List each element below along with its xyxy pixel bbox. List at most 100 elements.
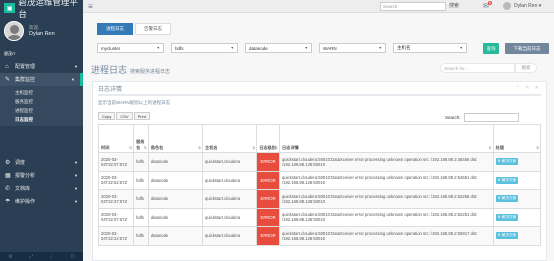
sidebar-item-label: 配置管理 bbox=[15, 64, 36, 70]
caret-down-icon: ▼ bbox=[378, 46, 382, 50]
col-header-service[interactable]: 服务名 ⇅ bbox=[133, 124, 149, 153]
sidebar-subitem-service[interactable]: 服务监控 bbox=[0, 97, 83, 106]
cell-service: hdfs bbox=[133, 152, 149, 172]
top-search-button[interactable]: 搜索 bbox=[449, 2, 459, 9]
solution-button[interactable]: ⚙ 解决方案 bbox=[495, 232, 519, 240]
sort-icon: ⇅ bbox=[143, 146, 147, 150]
table-icon: ▦ bbox=[5, 173, 11, 179]
cell-service: hdfs bbox=[133, 207, 149, 227]
cell-role: datanode bbox=[147, 152, 204, 172]
host-select[interactable]: 主机名 ▼ bbox=[393, 43, 467, 53]
log-detail-panel: 日志详情 ⌃ ✎ ✕ 显示当前WARN级别以上的进程日志 Copy CSV Pr… bbox=[92, 81, 547, 261]
top-nav: ≡ Search 搜索 ✉ 6 Dylan Ren ▾ bbox=[83, 0, 554, 13]
sidebar-subitem-log[interactable]: 日志监控 bbox=[0, 115, 83, 124]
cell-host: quickstart.cloudera bbox=[202, 226, 258, 246]
brand-logo-icon: ▣ bbox=[4, 3, 16, 13]
home-icon: ⌂ bbox=[5, 63, 9, 70]
log-table: 时间 ⇅ 服务名 ⇅ 角色名 ⇅ 主机名 ⇅ 日志级别 ⇅ 日志详情 ⇅ 处理 ⇅ 2020-… bbox=[97, 124, 541, 246]
table-search-input[interactable] bbox=[463, 113, 519, 122]
table-search-label: Search: bbox=[445, 115, 461, 120]
sidebar-item-label: 报警分析 bbox=[15, 173, 36, 179]
role-select-value: datanode bbox=[249, 45, 268, 51]
table-row: 2020-03-04T22:07:57Z hdfs datanode quick… bbox=[97, 152, 541, 172]
cluster-select[interactable]: mycluster ▼ bbox=[97, 43, 164, 53]
cell-action: ⚙ 解决方案 bbox=[492, 189, 541, 209]
brand[interactable]: ▣ 碧茂运维管理平台 bbox=[0, 0, 83, 19]
sort-icon: ⇅ bbox=[129, 146, 133, 150]
sidebar-item-label: 文档库 bbox=[15, 186, 31, 192]
cell-action: ⚙ 解决方案 bbox=[492, 170, 541, 190]
cell-service: hdfs bbox=[133, 170, 149, 190]
sidebar-item-schedule[interactable]: ⚙ 调度 ▼ bbox=[0, 156, 83, 169]
page-search-input[interactable]: Search for... bbox=[440, 63, 515, 73]
cell-level: ERROR bbox=[256, 189, 280, 209]
lock-icon[interactable]: ☾ bbox=[50, 254, 54, 260]
print-button[interactable]: Print bbox=[133, 112, 150, 120]
col-header-detail[interactable]: 日志详情 ⇅ bbox=[278, 124, 494, 153]
page-search-button[interactable]: 搜索 bbox=[515, 63, 537, 73]
col-header-level[interactable]: 日志级别 ⇅ bbox=[256, 124, 280, 153]
chevron-down-icon: ▼ bbox=[74, 160, 78, 165]
sidebar-item-cluster-monitor[interactable]: ✎ 集群监控 ▼ bbox=[0, 73, 83, 86]
chevron-down-icon: ▼ bbox=[74, 64, 78, 69]
main-content: 进程日志 告警日志 mycluster ▼ hdfs ▼ datanode ▼ WAR… bbox=[83, 13, 554, 261]
phone-icon: ✆ bbox=[5, 186, 11, 192]
solution-button[interactable]: ⚙ 解决方案 bbox=[495, 176, 519, 184]
table-search: Search: bbox=[445, 113, 519, 122]
query-button[interactable]: 查询 bbox=[483, 43, 499, 54]
chevron-down-icon: ▼ bbox=[71, 77, 75, 82]
sidebar-item-label: 维护操作 bbox=[15, 199, 36, 205]
service-select[interactable]: hdfs ▼ bbox=[171, 43, 238, 53]
sort-icon: ⇅ bbox=[536, 146, 539, 150]
solution-button[interactable]: ⚙ 解决方案 bbox=[495, 158, 519, 166]
sidebar: ▣ 碧茂运维管理平台 欢迎, Dylan Ren 碧茂IT ⌂ 配置管理 ▼ ✎… bbox=[0, 0, 83, 261]
role-select[interactable]: datanode ▼ bbox=[245, 43, 312, 53]
sidebar-item-label: 集群监控 bbox=[15, 77, 36, 83]
export-buttons: Copy CSV Print bbox=[98, 112, 151, 120]
cell-level: ERROR bbox=[256, 152, 280, 172]
sidebar-footer: ⚙ ⤢ ☾ ⏻ bbox=[0, 252, 83, 261]
solution-button[interactable]: ⚙ 解决方案 bbox=[495, 213, 519, 221]
sidebar-item-alert-analysis[interactable]: ▦ 报警分析 ▼ bbox=[0, 169, 83, 182]
panel-tools-icons[interactable]: ⌃ ✎ ✕ bbox=[516, 85, 541, 91]
sidebar-item-maintenance[interactable]: ☂ 维护操作 ▼ bbox=[0, 195, 83, 208]
download-log-button[interactable]: 下载当前日志 bbox=[505, 43, 549, 54]
level-select[interactable]: WARN ▼ bbox=[319, 43, 386, 53]
sidebar-subitem-host[interactable]: 主机监控 bbox=[0, 88, 83, 97]
cell-host: quickstart.cloudera bbox=[202, 189, 258, 209]
col-header-host[interactable]: 主机名 ⇅ bbox=[202, 124, 258, 153]
sidebar-item-config[interactable]: ⌂ 配置管理 ▼ bbox=[0, 60, 83, 73]
col-header-role[interactable]: 角色名 ⇅ bbox=[147, 124, 204, 153]
sort-icon: ⇅ bbox=[275, 146, 278, 150]
profile: 欢迎, Dylan Ren bbox=[0, 16, 83, 46]
logout-icon[interactable]: ⏻ bbox=[71, 254, 75, 260]
cell-service: hdfs bbox=[133, 189, 149, 209]
panel-title: 日志详情 bbox=[98, 86, 123, 93]
caret-down-icon: ▼ bbox=[156, 46, 160, 50]
col-header-action[interactable]: 处理 ⇅ bbox=[492, 124, 541, 153]
col-header-time[interactable]: 时间 ⇅ bbox=[97, 124, 135, 153]
user-menu[interactable]: Dylan Ren ▾ bbox=[503, 2, 541, 10]
fullscreen-icon[interactable]: ⤢ bbox=[29, 254, 33, 260]
sidebar-subitem-process[interactable]: 进程监控 bbox=[0, 106, 83, 115]
cell-action: ⚙ 解决方案 bbox=[492, 226, 541, 246]
top-search-input[interactable]: Search bbox=[380, 2, 446, 11]
notification-badge: 6 bbox=[488, 1, 492, 5]
cluster-select-value: mycluster bbox=[101, 45, 121, 51]
edit-icon: ✎ bbox=[5, 77, 11, 83]
cell-detail: quickstart.cloudera:50010:DataXceiver er… bbox=[278, 207, 494, 227]
panel-description: 显示当前WARN级别以上的进程日志 bbox=[98, 100, 171, 105]
tab-process-log[interactable]: 进程日志 bbox=[97, 23, 133, 35]
tab-alert-log[interactable]: 告警日志 bbox=[135, 23, 171, 35]
cell-time: 2020-03-04T22:37:57Z bbox=[97, 189, 135, 209]
csv-button[interactable]: CSV bbox=[116, 112, 133, 120]
copy-button[interactable]: Copy bbox=[98, 112, 116, 120]
settings-icon[interactable]: ⚙ bbox=[8, 254, 12, 260]
menu-toggle-icon[interactable]: ≡ bbox=[88, 2, 93, 11]
sidebar-item-docs[interactable]: ✆ 文档库 ▼ bbox=[0, 182, 83, 195]
chevron-down-icon: ▼ bbox=[74, 186, 78, 191]
level-select-value: WARN bbox=[323, 45, 337, 51]
gear-icon: ⚙ bbox=[5, 160, 11, 166]
solution-button[interactable]: ⚙ 解决方案 bbox=[495, 195, 519, 203]
service-select-value: hdfs bbox=[175, 45, 184, 51]
